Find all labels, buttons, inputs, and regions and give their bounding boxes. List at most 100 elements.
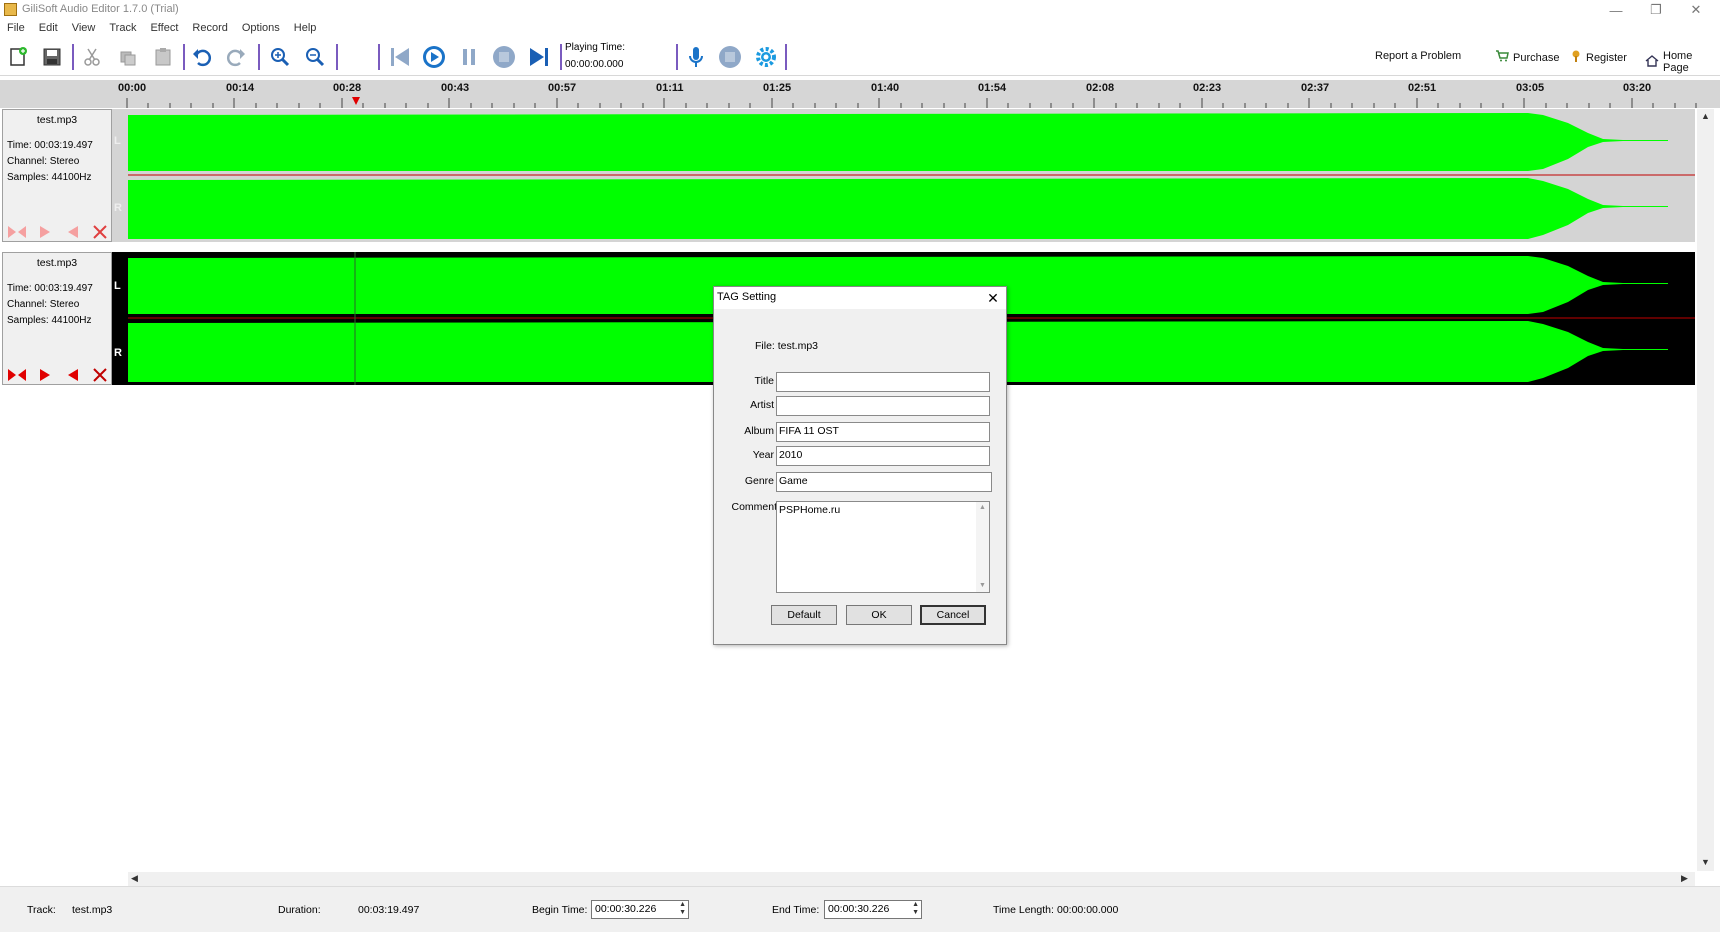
- key-icon: [1570, 50, 1582, 66]
- reverse-icon[interactable]: [62, 366, 84, 384]
- status-bar: Track: test.mp3 Duration: 00:03:19.497 B…: [0, 886, 1720, 932]
- scroll-right-icon[interactable]: ▶: [1681, 873, 1688, 884]
- begin-time-spinner-icon[interactable]: ▲ ▼: [679, 901, 686, 917]
- play-track-icon[interactable]: [34, 223, 56, 241]
- artist-label: Artist: [750, 399, 774, 411]
- toolbar: Playing Time: 00:00:00.000 Report a Prob…: [0, 38, 1720, 76]
- pause-icon[interactable]: [455, 43, 483, 71]
- artist-input[interactable]: [776, 396, 990, 416]
- duration-value: 00:03:19.497: [358, 904, 420, 916]
- toolbar-separator: [785, 44, 787, 70]
- play-icon[interactable]: [420, 43, 448, 71]
- close-window-button[interactable]: ✕: [1676, 0, 1716, 20]
- menu-help[interactable]: Help: [287, 20, 324, 38]
- track-1-waveform[interactable]: [128, 109, 1695, 242]
- track-label: Track:: [27, 904, 56, 916]
- end-time-spinner-icon[interactable]: ▲ ▼: [912, 901, 919, 917]
- album-input[interactable]: FIFA 11 OST: [776, 422, 990, 442]
- genre-input[interactable]: Game: [776, 472, 992, 492]
- save-icon[interactable]: [38, 43, 66, 71]
- settings-gear-icon[interactable]: [752, 43, 780, 71]
- comment-textarea[interactable]: PSPHome.ru: [776, 501, 990, 593]
- ruler-ticks: [126, 97, 1697, 108]
- album-label: Album: [744, 425, 774, 437]
- ok-button[interactable]: OK: [846, 605, 912, 625]
- app-icon: [4, 3, 17, 16]
- menu-view[interactable]: View: [65, 20, 103, 38]
- title-input[interactable]: [776, 372, 990, 392]
- track-name: test.mp3: [36, 114, 78, 126]
- menu-track[interactable]: Track: [102, 20, 143, 38]
- year-label: Year: [752, 449, 774, 461]
- year-input[interactable]: 2010: [776, 446, 990, 466]
- play-track-icon[interactable]: [34, 366, 56, 384]
- time-ruler[interactable]: 00:00 00:14 00:28 00:43 00:57 01:11 01:2…: [0, 80, 1720, 108]
- title-bar: GiliSoft Audio Editor 1.7.0 (Trial) — ❐ …: [0, 0, 1720, 20]
- minimize-button[interactable]: —: [1596, 0, 1636, 20]
- report-problem-link[interactable]: Report a Problem: [1375, 50, 1461, 62]
- right-channel-label: R: [114, 347, 122, 359]
- home-icon: [1645, 54, 1659, 70]
- new-file-icon[interactable]: [4, 43, 32, 71]
- comment-label: Comment: [731, 501, 777, 513]
- record-stop-icon[interactable]: [716, 43, 744, 71]
- copy-icon[interactable]: [114, 43, 142, 71]
- track-time: Time: 00:03:19.497: [7, 283, 93, 294]
- playing-time-label: Playing Time:: [565, 42, 626, 53]
- delete-track-icon[interactable]: [89, 223, 111, 241]
- track-1-info-panel[interactable]: test.mp3 Time: 00:03:19.497 Channel: Ste…: [2, 109, 112, 242]
- track-2-channel-gutter: L R: [112, 252, 128, 385]
- toolbar-separator: [676, 44, 678, 70]
- horizontal-scrollbar[interactable]: ◀ ▶: [128, 872, 1695, 886]
- toolbar-separator: [258, 44, 260, 70]
- scroll-up-icon[interactable]: ▲: [1701, 111, 1710, 121]
- register-link[interactable]: Register: [1570, 50, 1627, 66]
- track-2-info-panel[interactable]: test.mp3 Time: 00:03:19.497 Channel: Ste…: [2, 252, 112, 385]
- track-samples: Samples: 44100Hz: [7, 315, 92, 326]
- menu-file[interactable]: File: [0, 20, 32, 38]
- microphone-icon[interactable]: [682, 43, 710, 71]
- window-title: GiliSoft Audio Editor 1.7.0 (Trial): [22, 3, 179, 15]
- begin-time-value: 00:00:30.226: [595, 903, 657, 915]
- restore-button[interactable]: ❐: [1636, 0, 1676, 20]
- redo-icon[interactable]: [222, 43, 250, 71]
- genre-label: Genre: [744, 475, 774, 487]
- trim-icon[interactable]: [6, 223, 28, 241]
- default-button[interactable]: Default: [771, 605, 837, 625]
- cut-icon[interactable]: [78, 43, 106, 71]
- menu-effect[interactable]: Effect: [143, 20, 185, 38]
- skip-forward-icon[interactable]: [525, 43, 553, 71]
- comment-scrollbar[interactable]: ▲ ▼: [976, 502, 989, 592]
- purchase-label: Purchase: [1513, 51, 1560, 64]
- cancel-button[interactable]: Cancel: [920, 605, 986, 625]
- home-page-link[interactable]: Home Page: [1645, 50, 1720, 74]
- end-time-label: End Time:: [772, 904, 820, 916]
- duration-label: Duration:: [278, 904, 321, 916]
- stop-icon[interactable]: [490, 43, 518, 71]
- menu-options[interactable]: Options: [235, 20, 287, 38]
- scroll-down-icon[interactable]: ▼: [1701, 857, 1710, 867]
- scroll-left-icon[interactable]: ◀: [131, 873, 138, 884]
- skip-back-icon[interactable]: [386, 43, 414, 71]
- comment-scroll-up-icon[interactable]: ▲: [979, 504, 986, 511]
- vertical-scrollbar[interactable]: ▲ ▼: [1697, 109, 1714, 871]
- left-channel-label: L: [114, 280, 121, 292]
- delete-track-icon[interactable]: [89, 366, 111, 384]
- menu-edit[interactable]: Edit: [32, 20, 65, 38]
- end-time-input[interactable]: 00:00:30.226 ▲ ▼: [824, 900, 922, 919]
- begin-time-label: Begin Time:: [532, 904, 588, 916]
- right-channel-label: R: [114, 202, 122, 214]
- menu-record[interactable]: Record: [185, 20, 234, 38]
- zoom-out-icon[interactable]: [301, 43, 329, 71]
- undo-icon[interactable]: [188, 43, 216, 71]
- begin-time-input[interactable]: 00:00:30.226 ▲ ▼: [591, 900, 689, 919]
- comment-scroll-down-icon[interactable]: ▼: [979, 582, 986, 589]
- reverse-icon[interactable]: [62, 223, 84, 241]
- menu-bar: File Edit View Track Effect Record Optio…: [0, 20, 1720, 38]
- trim-icon[interactable]: [6, 366, 28, 384]
- dialog-close-icon[interactable]: ✕: [984, 289, 1002, 307]
- zoom-in-icon[interactable]: [266, 43, 294, 71]
- paste-icon[interactable]: [149, 43, 177, 71]
- purchase-link[interactable]: Purchase: [1495, 50, 1559, 65]
- track-channel: Channel: Stereo: [7, 299, 80, 310]
